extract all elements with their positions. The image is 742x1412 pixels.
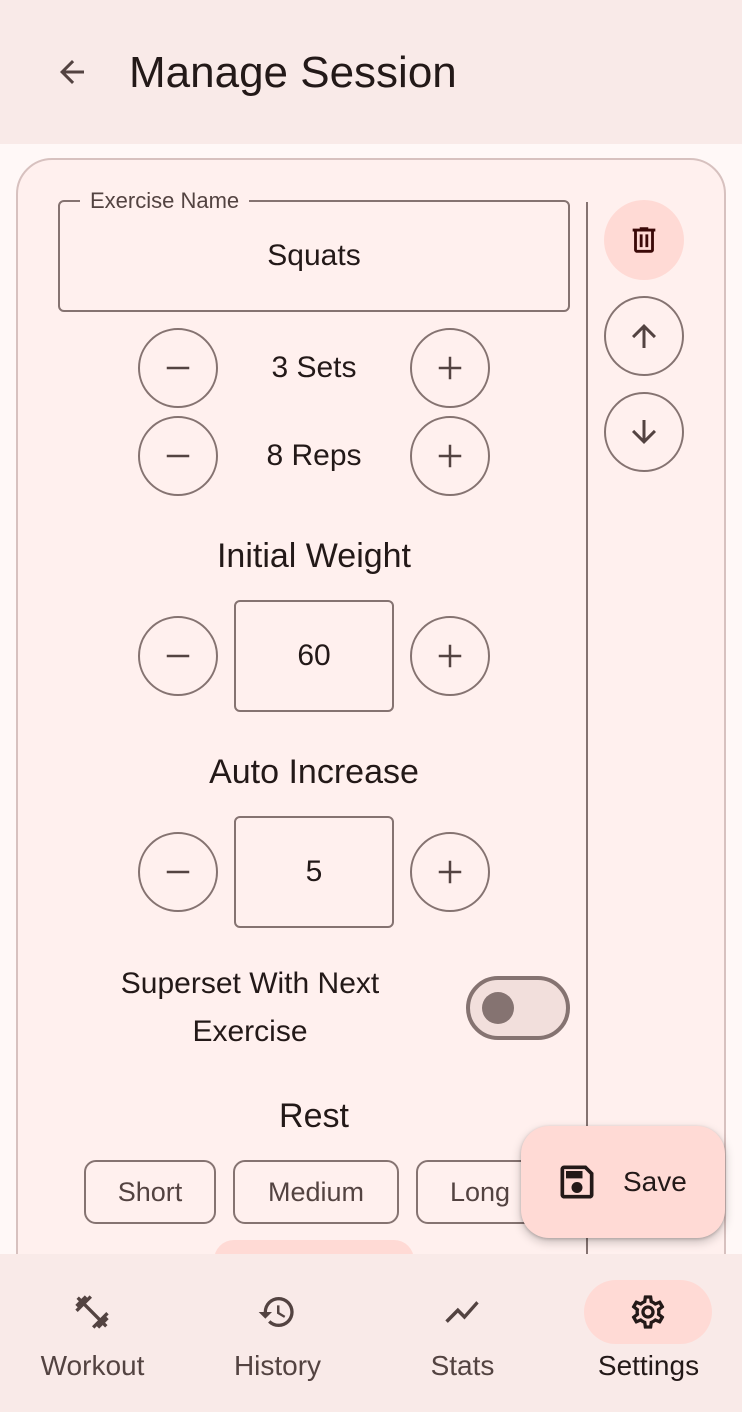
move-up-button[interactable]: [604, 296, 684, 376]
auto-increase-decrease-button[interactable]: [138, 832, 218, 912]
auto-increase-input[interactable]: 5: [234, 816, 394, 928]
plus-icon: [438, 444, 462, 468]
reps-decrease-button[interactable]: [138, 416, 218, 496]
minus-icon: [166, 454, 190, 458]
superset-switch[interactable]: [466, 976, 570, 1040]
rest-title: Rest: [279, 1097, 349, 1135]
weight-increase-button[interactable]: [410, 616, 490, 696]
nav-item-stats[interactable]: Stats: [370, 1254, 555, 1412]
nav-item-settings[interactable]: Settings: [556, 1254, 741, 1412]
nav-icon-container: [584, 1280, 712, 1344]
dumbbell-icon: [75, 1295, 109, 1329]
sets-decrease-button[interactable]: [138, 328, 218, 408]
minus-icon: [166, 366, 190, 370]
plus-icon: [438, 644, 462, 668]
nav-icon-container: [398, 1280, 526, 1344]
nav-icon-container: [28, 1280, 156, 1344]
sets-value: 3 Sets: [271, 351, 357, 384]
exercise-name-label: Exercise Name: [80, 188, 250, 214]
reps-value: 8 Reps: [266, 439, 362, 472]
history-icon: [258, 1297, 294, 1327]
gear-icon: [631, 1295, 665, 1329]
rest-medium-chip[interactable]: Medium: [233, 1160, 399, 1224]
exercise-name-value[interactable]: Squats: [58, 236, 570, 276]
trash-icon: [632, 227, 656, 253]
nav-item-history[interactable]: History: [185, 1254, 370, 1412]
nav-label-workout: Workout: [40, 1350, 145, 1381]
nav-label-history: History: [233, 1350, 322, 1381]
minus-icon: [166, 654, 190, 658]
plus-icon: [438, 860, 462, 884]
plus-icon: [438, 356, 462, 380]
save-icon: [560, 1165, 594, 1199]
trend-icon: [445, 1301, 479, 1323]
vertical-divider: [586, 202, 588, 1262]
nav-label-stats: Stats: [430, 1350, 495, 1381]
minus-icon: [166, 870, 190, 874]
back-button[interactable]: [46, 46, 98, 98]
nav-label-settings: Settings: [597, 1350, 700, 1381]
page-title: Manage Session: [129, 48, 457, 97]
move-down-button[interactable]: [604, 392, 684, 472]
sets-increase-button[interactable]: [410, 328, 490, 408]
reps-increase-button[interactable]: [410, 416, 490, 496]
arrow-up-icon: [632, 324, 656, 348]
save-fab[interactable]: Save: [521, 1126, 725, 1238]
arrow-back-icon: [60, 60, 84, 84]
superset-label: Superset With Next Exercise: [120, 967, 380, 1048]
nav-item-workout[interactable]: Workout: [0, 1254, 185, 1412]
initial-weight-input[interactable]: 60: [234, 600, 394, 712]
auto-increase-title: Auto Increase: [209, 753, 419, 791]
rest-short-chip[interactable]: Short: [84, 1160, 216, 1224]
delete-exercise-button[interactable]: [604, 200, 684, 280]
initial-weight-title: Initial Weight: [216, 537, 412, 575]
nav-icon-container: [213, 1280, 341, 1344]
switch-thumb: [482, 992, 514, 1024]
auto-increase-increase-button[interactable]: [410, 832, 490, 912]
save-label: Save: [623, 1166, 687, 1197]
arrow-down-icon: [632, 420, 656, 444]
weight-decrease-button[interactable]: [138, 616, 218, 696]
